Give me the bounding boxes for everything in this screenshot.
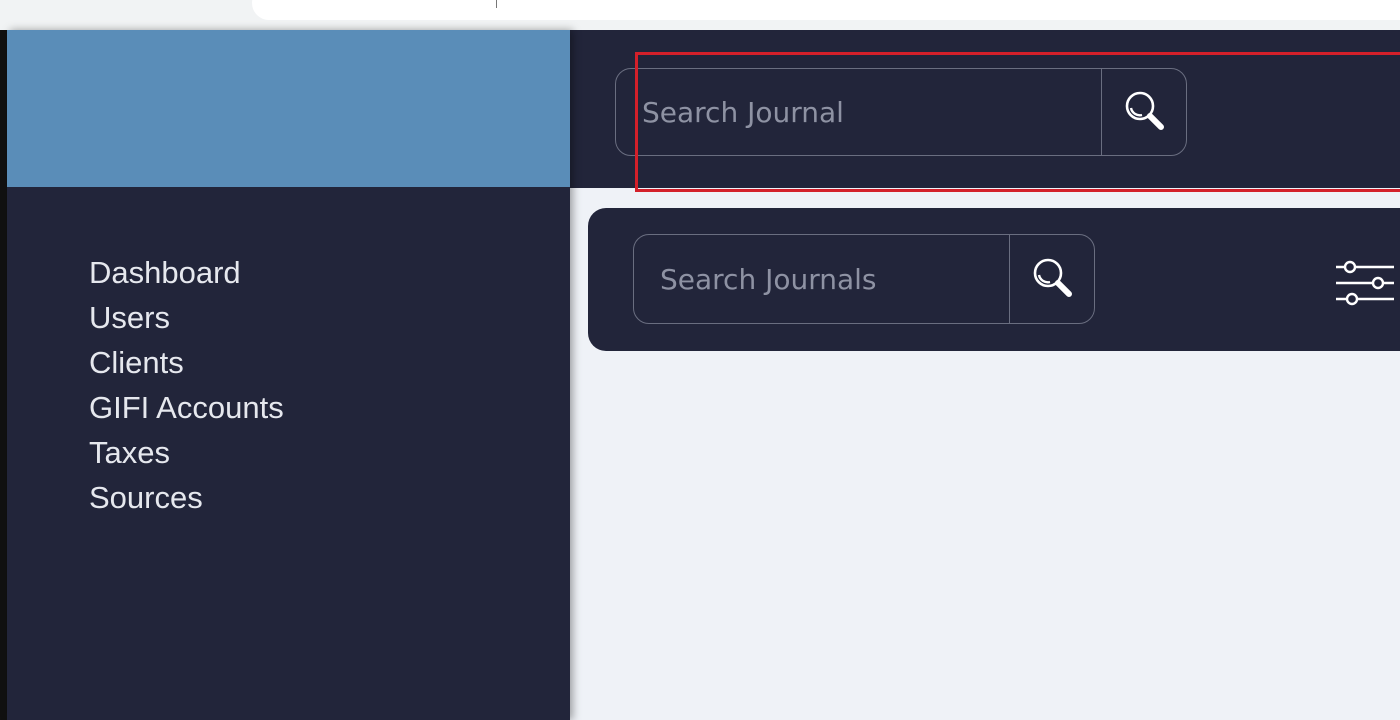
- browser-toolbar: [0, 0, 1400, 31]
- sidebar-item-sources[interactable]: Sources: [7, 453, 284, 543]
- journals-search-group: [633, 234, 1095, 324]
- search-icon: [1121, 87, 1167, 138]
- address-bar[interactable]: [252, 0, 1400, 20]
- sidebar-brand-area: [7, 30, 570, 187]
- journals-toolbar: [588, 208, 1400, 351]
- top-header: [570, 30, 1400, 192]
- header-search-button[interactable]: [1101, 69, 1186, 155]
- filter-button[interactable]: [1332, 258, 1396, 310]
- journals-search-button[interactable]: [1009, 235, 1094, 323]
- search-icon: [1029, 254, 1075, 305]
- journals-search-input[interactable]: [634, 235, 1010, 323]
- header-search-input[interactable]: [616, 69, 1102, 155]
- address-bar-divider: [496, 0, 497, 8]
- sliders-icon: [1332, 260, 1396, 314]
- window-edge: [0, 30, 7, 720]
- header-search-group: [615, 68, 1187, 156]
- sidebar: Dashboard Users Clients GIFI Accounts Ta…: [7, 30, 570, 720]
